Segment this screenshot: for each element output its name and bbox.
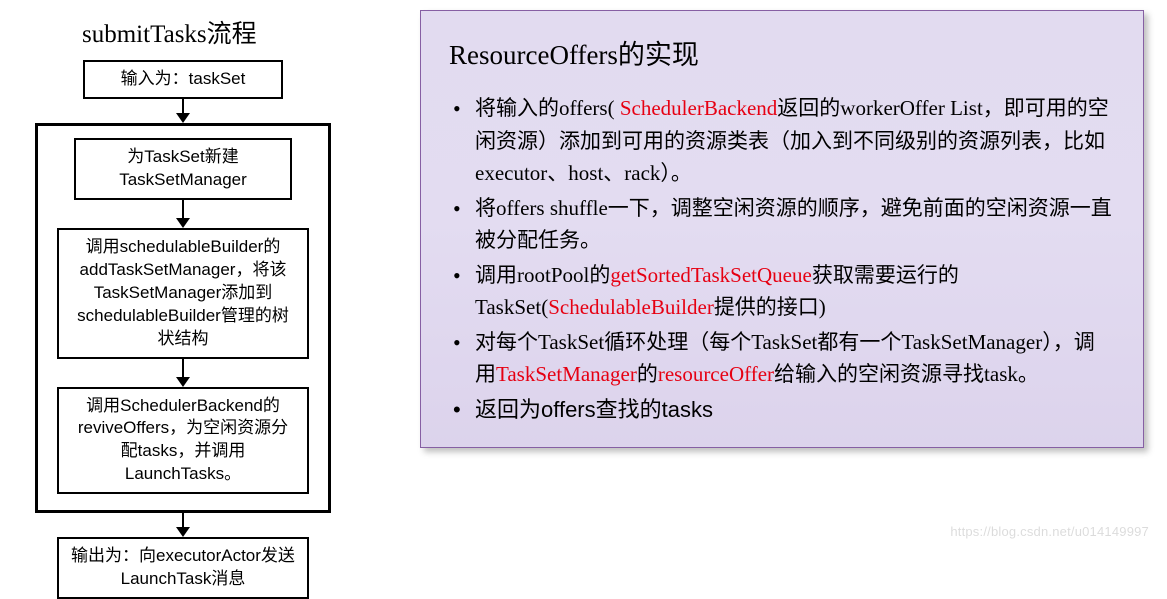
page-content: submitTasks流程 输入为：taskSet 为TaskSet新建 Tas… [18,18,1149,599]
text: 将输入的offers( [475,96,615,120]
text: 的 [637,362,658,386]
flow-group: 为TaskSet新建 TaskSetManager 调用schedulableB… [35,123,331,513]
arrow-icon [176,99,190,123]
text: 返回为offers查找的tasks [475,397,713,422]
bullet-item: 将输入的offers( SchedulerBackend返回的workerOff… [449,92,1115,190]
code-red: TaskSetManager [496,362,637,386]
text: 将offers shuffle一下，调整空闲资源的顺序，避免前面的空闲资源一直被… [475,196,1112,253]
bullet-list: 将输入的offers( SchedulerBackend返回的workerOff… [449,92,1115,427]
arrow-icon [176,513,190,537]
code-red: getSortedTaskSetQueue [610,263,811,287]
flow-output: 输出为：向executorActor发送LaunchTask消息 [57,537,309,599]
text: 调用rootPool的 [475,263,610,287]
resource-offers-panel: ResourceOffers的实现 将输入的offers( SchedulerB… [420,10,1144,448]
arrow-icon [176,359,190,387]
flow-step1: 为TaskSet新建 TaskSetManager [74,138,292,200]
arrow-icon [176,200,190,228]
bullet-item: 对每个TaskSet循环处理（每个TaskSet都有一个TaskSetManag… [449,326,1115,391]
panel-title: ResourceOffers的实现 [449,33,1115,72]
bullet-item: 返回为offers查找的tasks [449,393,1115,427]
text: 提供的接口) [714,295,826,319]
flow-step2: 调用schedulableBuilder的addTaskSetManager，将… [57,228,309,359]
flow-step3: 调用SchedulerBackend的reviveOffers，为空闲资源分配t… [57,387,309,495]
watermark: https://blog.csdn.net/u014149997 [950,524,1149,539]
code-red: SchedulableBuilder [548,295,714,319]
bullet-item: 调用rootPool的getSortedTaskSetQueue获取需要运行的T… [449,259,1115,324]
flow-input: 输入为：taskSet [83,60,283,99]
flow-title: submitTasks流程 [18,14,257,50]
code-red: SchedulerBackend [615,96,778,120]
text: 给输入的空闲资源寻找task。 [774,362,1039,386]
bullet-item: 将offers shuffle一下，调整空闲资源的顺序，避免前面的空闲资源一直被… [449,192,1115,257]
code-red: resourceOffer [658,362,774,386]
flowchart: submitTasks流程 输入为：taskSet 为TaskSet新建 Tas… [18,14,348,599]
